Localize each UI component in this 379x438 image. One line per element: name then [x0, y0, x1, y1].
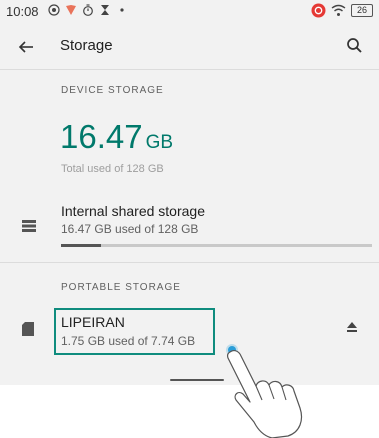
- battery-icon: 26: [351, 4, 373, 17]
- internal-storage-progress: [61, 244, 372, 247]
- divider: [0, 262, 379, 263]
- app-bar: Storage: [0, 24, 379, 70]
- device-storage-header: DEVICE STORAGE: [61, 85, 164, 96]
- timer-icon: [83, 4, 93, 16]
- sd-card-icon: [22, 322, 34, 336]
- portable-storage-title: LIPEIRAN: [61, 314, 125, 330]
- used-storage-caption: Total used of 128 GB: [61, 163, 164, 175]
- used-storage-value: 16.47 GB: [60, 118, 173, 156]
- status-notification-icons: [48, 4, 128, 16]
- eject-icon[interactable]: [346, 321, 358, 333]
- internal-storage-title: Internal shared storage: [61, 203, 205, 219]
- status-bar: 10:08 26: [0, 0, 379, 24]
- alarm-badge-icon: [311, 3, 326, 18]
- storage-icon: [22, 220, 36, 232]
- status-time: 10:08: [6, 4, 39, 19]
- hourglass-icon: [101, 5, 109, 15]
- search-icon[interactable]: [345, 36, 365, 56]
- used-storage-unit: GB: [145, 132, 174, 153]
- settings-screen: 10:08 26 Storage DEVICE STORAGE 16.47 GB …: [0, 0, 379, 385]
- portable-storage-subtitle: 1.75 GB used of 7.74 GB: [61, 334, 196, 348]
- portable-storage-header: PORTABLE STORAGE: [61, 282, 181, 293]
- wifi-icon: [331, 4, 346, 16]
- internal-storage-progress-fill: [61, 244, 102, 247]
- record-icon: [48, 4, 60, 16]
- internal-storage-subtitle: 16.47 GB used of 128 GB: [61, 222, 199, 236]
- shield-icon: [66, 5, 76, 15]
- used-storage-number: 16.47: [60, 118, 143, 155]
- status-system-icons: 26: [311, 3, 373, 18]
- dot-icon: [120, 8, 124, 12]
- gesture-nav-handle[interactable]: [170, 379, 224, 381]
- pointing-hand-icon: [227, 350, 303, 438]
- divider: [0, 69, 379, 70]
- arrow-back-icon[interactable]: [16, 37, 36, 57]
- page-title: Storage: [60, 37, 113, 54]
